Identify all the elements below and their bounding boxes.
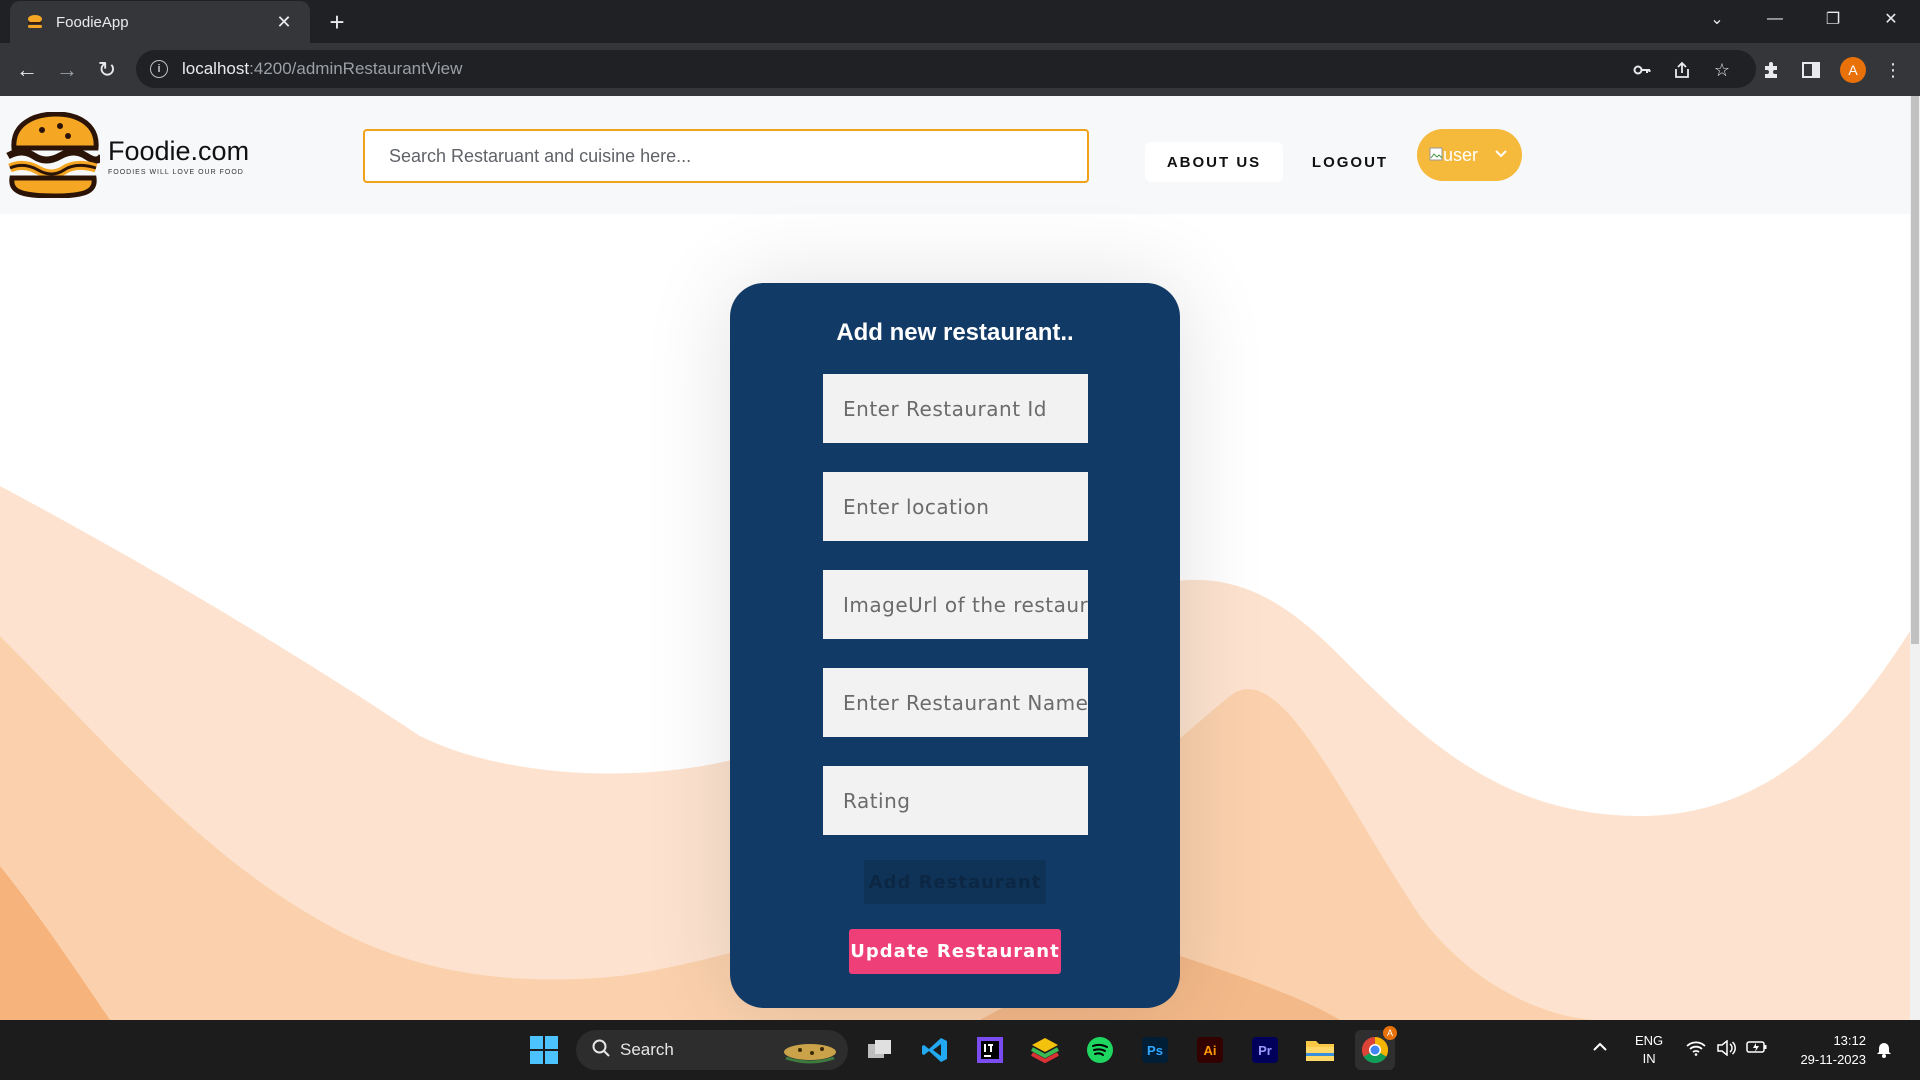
site-info-icon[interactable]: i	[150, 60, 168, 78]
windows-start-icon[interactable]	[524, 1030, 564, 1070]
tab-title: FoodieApp	[56, 13, 129, 31]
language-indicator[interactable]: ENG IN	[1635, 1032, 1663, 1068]
minimize-icon[interactable]: —	[1746, 0, 1804, 38]
user-menu-button[interactable]: user	[1417, 129, 1522, 181]
tab-close-icon[interactable]: ✕	[274, 12, 294, 33]
restaurant-id-input[interactable]	[823, 374, 1088, 443]
task-view-icon[interactable]	[860, 1030, 900, 1070]
brand-name: Foodie.com	[108, 136, 250, 166]
close-window-icon[interactable]: ✕	[1862, 0, 1920, 38]
profile-avatar-icon[interactable]: A	[1840, 57, 1866, 83]
side-panel-icon[interactable]	[1796, 55, 1826, 85]
svg-text:Ai: Ai	[1204, 1043, 1217, 1058]
forward-arrow-icon[interactable]: →	[52, 55, 82, 85]
restaurant-search-input[interactable]	[363, 129, 1089, 183]
rating-input[interactable]	[823, 766, 1088, 835]
share-icon[interactable]	[1667, 55, 1697, 85]
chrome-icon[interactable]: A	[1355, 1026, 1397, 1070]
brand[interactable]: Foodie.com FOODIES WILL LOVE OUR FOOD	[108, 136, 249, 176]
taskbar-search[interactable]: Search	[576, 1030, 848, 1070]
tab-search-chevron-icon[interactable]: ⌄	[1688, 0, 1746, 38]
address-bar[interactable]: i localhost :4200/adminRestaurantView	[136, 50, 1756, 88]
brand-tagline: FOODIES WILL LOVE OUR FOOD	[108, 169, 244, 176]
add-restaurant-form: Add new restaurant.. Add Restaurant Upda…	[730, 283, 1180, 1008]
image-url-input[interactable]	[823, 570, 1088, 639]
layers-app-icon[interactable]	[1025, 1030, 1065, 1070]
vscode-icon[interactable]	[915, 1030, 955, 1070]
language-code: ENG	[1635, 1033, 1664, 1048]
browser-tabstrip: FoodieApp ✕ + ⌄ — ❐ ✕	[0, 0, 1920, 43]
broken-image-icon	[1429, 145, 1443, 166]
restore-icon[interactable]: ❐	[1804, 0, 1862, 38]
svg-text:Pr: Pr	[1258, 1043, 1272, 1058]
site-header: Foodie.com FOODIES WILL LOVE OUR FOOD AB…	[0, 96, 1910, 214]
battery-charging-icon[interactable]	[1746, 1040, 1768, 1057]
new-tab-button[interactable]: +	[322, 8, 352, 38]
search-highlight-cheetah-icon	[780, 1036, 840, 1069]
update-restaurant-button[interactable]: Update Restaurant	[849, 929, 1061, 974]
key-icon[interactable]	[1627, 55, 1657, 85]
reload-icon[interactable]: ↻	[92, 55, 122, 85]
svg-text:Ps: Ps	[1147, 1043, 1163, 1058]
taskbar-search-label: Search	[620, 1040, 674, 1059]
windows-taskbar: Search Ps Ai Pr A ENG IN 13:12 29-11-202…	[0, 1020, 1920, 1080]
wifi-icon[interactable]	[1686, 1040, 1706, 1059]
user-avatar-alt-text: user	[1443, 144, 1479, 165]
location-input[interactable]	[823, 472, 1088, 541]
premiere-icon[interactable]: Pr	[1245, 1030, 1285, 1070]
browser-tab[interactable]: FoodieApp ✕	[10, 1, 310, 43]
clock[interactable]: 13:12 29-11-2023	[1786, 1031, 1866, 1069]
about-us-link[interactable]: ABOUT US	[1145, 142, 1283, 182]
notification-bell-icon[interactable]	[1876, 1040, 1892, 1061]
photoshop-icon[interactable]: Ps	[1135, 1030, 1175, 1070]
show-hidden-icons-chevron[interactable]	[1592, 1040, 1608, 1055]
chrome-profile-badge-icon: A	[1383, 1026, 1397, 1040]
volume-icon[interactable]	[1716, 1039, 1736, 1059]
burger-logo-icon[interactable]	[4, 112, 100, 198]
language-region: IN	[1642, 1051, 1656, 1066]
illustrator-icon[interactable]: Ai	[1190, 1030, 1230, 1070]
menu-kebab-icon[interactable]: ⋮	[1878, 55, 1908, 85]
page-scrollbar[interactable]	[1910, 96, 1920, 1020]
add-restaurant-button[interactable]: Add Restaurant	[864, 860, 1046, 904]
url-path: :4200/adminRestaurantView	[249, 59, 463, 78]
bookmark-star-icon[interactable]: ☆	[1707, 55, 1737, 85]
restaurant-name-input[interactable]	[823, 668, 1088, 737]
back-arrow-icon[interactable]: ←	[12, 55, 42, 85]
spotify-icon[interactable]	[1080, 1030, 1120, 1070]
chevron-down-icon	[1494, 146, 1508, 164]
form-title: Add new restaurant..	[836, 319, 1074, 346]
search-icon	[592, 1039, 610, 1062]
burger-favicon-icon	[26, 13, 44, 31]
clock-date: 29-11-2023	[1800, 1052, 1866, 1067]
file-explorer-icon[interactable]	[1300, 1030, 1340, 1070]
scrollbar-thumb[interactable]	[1911, 96, 1919, 644]
browser-toolbar: ← → ↻ i localhost :4200/adminRestaurantV…	[0, 43, 1920, 96]
extensions-puzzle-icon[interactable]	[1756, 55, 1786, 85]
window-controls: ⌄ — ❐ ✕	[1688, 0, 1920, 38]
logout-link[interactable]: LOGOUT	[1305, 142, 1395, 182]
web-page: Foodie.com FOODIES WILL LOVE OUR FOOD AB…	[0, 96, 1920, 1020]
clock-time: 13:12	[1833, 1033, 1866, 1048]
url-host: localhost	[182, 59, 250, 78]
intellij-icon[interactable]	[970, 1030, 1010, 1070]
